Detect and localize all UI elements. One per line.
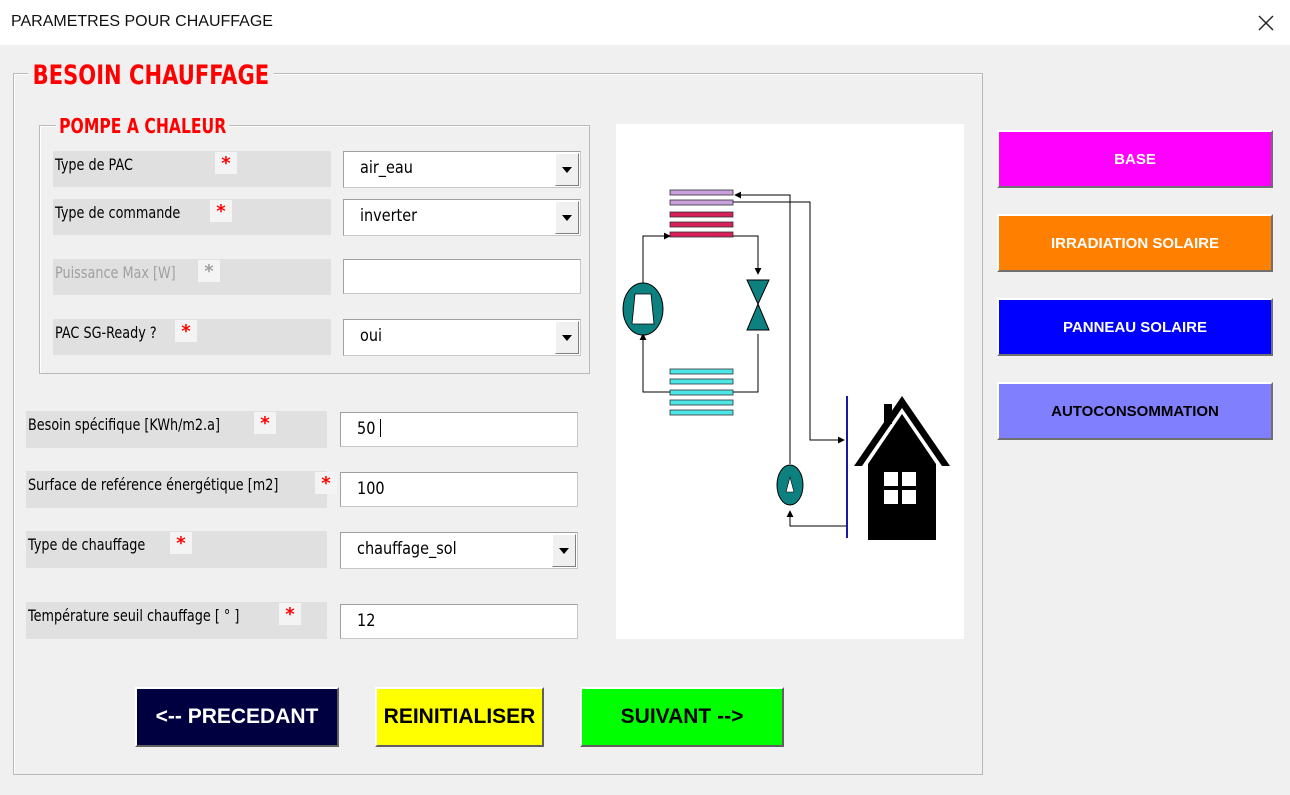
besoin-legend: BESOIN CHAUFFAGE (28, 60, 274, 91)
required-star: * (198, 260, 220, 282)
besoin-specifique-label: Besoin spécifique [KWh/m2.a] * (26, 411, 327, 448)
window-title: PARAMETRES POUR CHAUFFAGE (11, 13, 273, 30)
required-star: * (175, 320, 197, 342)
type-pac-label: Type de PAC * (53, 151, 331, 187)
surface-input[interactable]: 100 (340, 472, 578, 507)
required-star: * (279, 603, 301, 625)
pac-legend: POMPE A CHALEUR (56, 114, 230, 138)
suivant-button[interactable]: SUIVANT --> (580, 687, 784, 747)
type-pac-dropdown-button[interactable] (555, 153, 579, 186)
surface-label: Surface de reférence énergétique [m2] * (26, 471, 337, 508)
type-commande-select[interactable]: inverter (343, 199, 581, 236)
base-button[interactable]: BASE (997, 130, 1273, 188)
sg-ready-select[interactable]: oui (343, 319, 581, 356)
type-chauffage-select[interactable]: chauffage_sol (340, 532, 578, 569)
panneau-solaire-button[interactable]: PANNEAU SOLAIRE (997, 298, 1273, 356)
required-star: * (170, 532, 192, 554)
heat-pump-diagram (616, 124, 964, 639)
text-cursor (379, 419, 381, 437)
required-star: * (315, 472, 337, 494)
type-commande-dropdown-button[interactable] (555, 201, 579, 234)
chevron-down-icon (562, 334, 572, 341)
sg-ready-dropdown-button[interactable] (555, 321, 579, 354)
required-star: * (215, 152, 237, 174)
reinitialiser-button[interactable]: REINITIALISER (375, 687, 544, 747)
chevron-down-icon (562, 166, 572, 173)
irradiation-solaire-button[interactable]: IRRADIATION SOLAIRE (997, 214, 1273, 272)
precedant-button[interactable]: <-- PRECEDANT (135, 687, 339, 747)
temperature-input[interactable]: 12 (340, 604, 578, 639)
sg-ready-label: PAC SG-Ready ? * (53, 319, 331, 355)
chevron-down-icon (562, 214, 572, 221)
type-pac-select[interactable]: air_eau (343, 151, 581, 188)
type-chauffage-dropdown-button[interactable] (552, 534, 576, 567)
required-star: * (254, 412, 276, 434)
besoin-specifique-input[interactable]: 50 (340, 412, 578, 447)
required-star: * (210, 200, 232, 222)
title-bar: PARAMETRES POUR CHAUFFAGE (0, 0, 1290, 45)
type-chauffage-label: Type de chauffage * (26, 531, 327, 568)
close-icon (1258, 15, 1274, 30)
puissance-max-input[interactable] (343, 259, 581, 294)
autoconsommation-button[interactable]: AUTOCONSOMMATION (997, 382, 1273, 440)
chevron-down-icon (559, 547, 569, 554)
type-commande-label: Type de commande * (53, 199, 331, 235)
puissance-max-label: Puissance Max [W] * (53, 259, 331, 295)
temperature-label: Température seuil chauffage [ ° ] * (26, 602, 327, 639)
close-button[interactable] (1242, 0, 1290, 45)
